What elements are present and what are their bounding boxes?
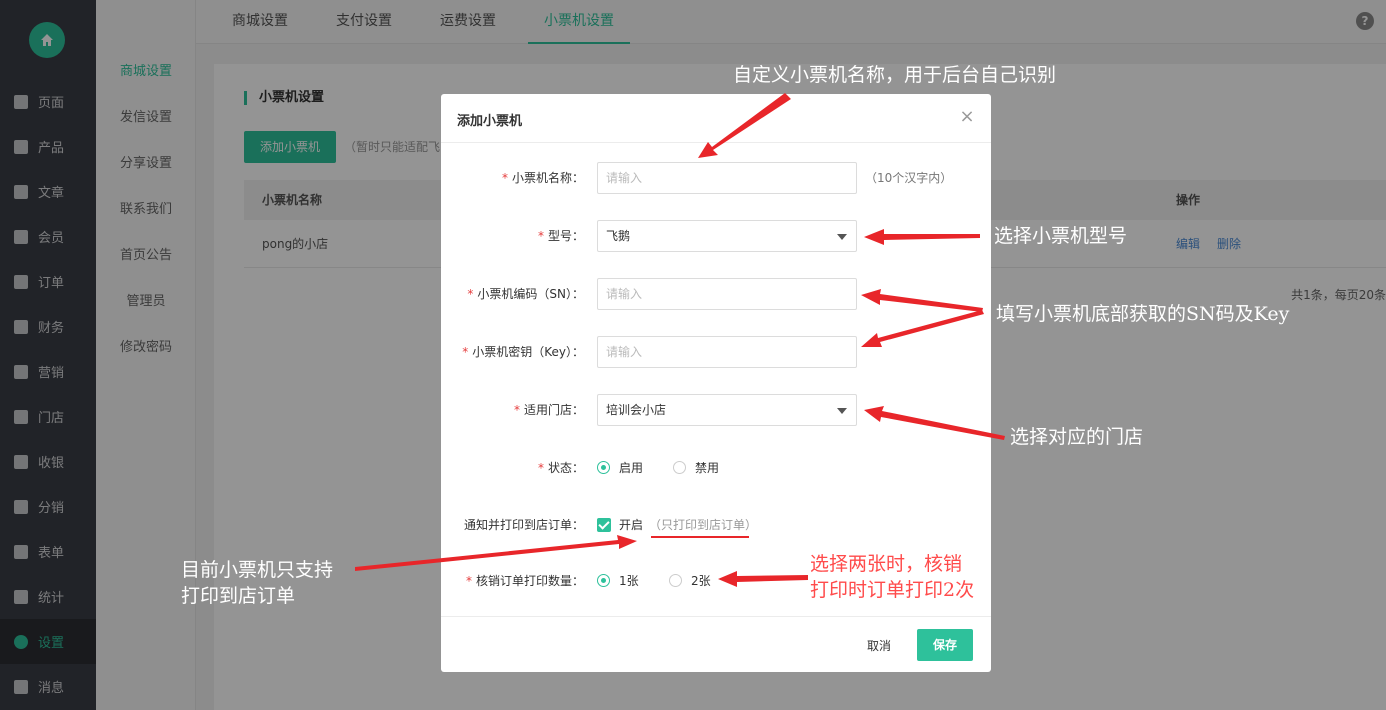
status-enabled-radio[interactable]: 启用 xyxy=(597,459,643,476)
chevron-down-icon xyxy=(837,234,847,240)
status-disabled-radio[interactable]: 禁用 xyxy=(673,459,719,476)
copies-one-radio[interactable]: 1张 xyxy=(597,572,639,589)
notify-checkbox[interactable]: 开启 （只打印到店订单） xyxy=(597,516,757,533)
checkmark-icon xyxy=(597,517,611,532)
copies-label: * 核销订单打印数量： xyxy=(465,574,584,588)
printer-name-input[interactable] xyxy=(597,162,857,194)
key-input[interactable] xyxy=(597,336,857,368)
model-select[interactable]: 飞鹅 xyxy=(597,220,857,252)
dialog-footer: 取消 保存 xyxy=(441,616,991,672)
annotation-notify-line1: 目前小票机只支持 xyxy=(181,559,334,581)
copies-two-radio[interactable]: 2张 xyxy=(669,572,711,589)
notify-label: 通知并打印到店订单： xyxy=(463,518,584,532)
annotation-copies-line1: 选择两张时，核销 xyxy=(810,553,963,575)
annotation-model: 选择小票机型号 xyxy=(994,225,1128,247)
sn-input[interactable] xyxy=(597,278,857,310)
annotation-copies-line2: 打印时订单打印2次 xyxy=(810,579,975,601)
chevron-down-icon xyxy=(837,408,847,414)
annotation-name: 自定义小票机名称，用于后台自己识别 xyxy=(733,64,1057,86)
store-label: * 适用门店： xyxy=(513,403,584,417)
store-select[interactable]: 培训会小店 xyxy=(597,394,857,426)
key-label: * 小票机密钥（Key）： xyxy=(462,345,584,359)
sn-label: * 小票机编码（SN）： xyxy=(467,287,584,301)
status-label: * 状态： xyxy=(537,461,584,475)
annotation-notify-line2: 打印到店订单 xyxy=(181,585,296,607)
printer-name-label: * 小票机名称： xyxy=(501,171,584,185)
dialog-title: 添加小票机 xyxy=(457,114,523,129)
printer-name-hint: （10个汉字内） xyxy=(865,171,953,185)
cancel-button[interactable]: 取消 xyxy=(851,631,907,661)
save-button[interactable]: 保存 xyxy=(917,629,973,661)
dialog-header: 添加小票机 × xyxy=(441,94,991,143)
model-label: * 型号： xyxy=(537,229,584,243)
annotation-store: 选择对应的门店 xyxy=(1010,426,1144,448)
annotation-sn-key: 填写小票机底部获取的SN码及Key xyxy=(996,303,1290,325)
close-icon[interactable]: × xyxy=(957,107,977,127)
